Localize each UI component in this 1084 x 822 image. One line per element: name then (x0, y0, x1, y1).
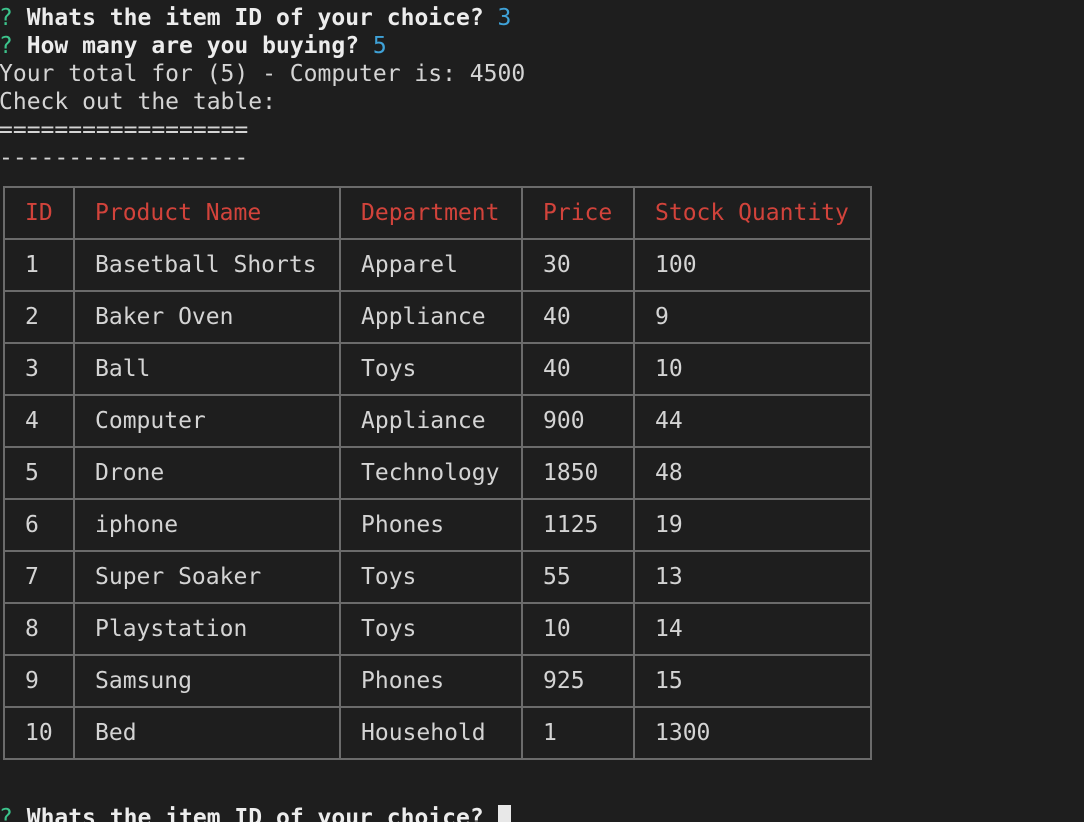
table-row: 5 Drone Technology 1850 48 (3, 446, 872, 500)
cell-id: 7 (3, 550, 75, 604)
header-product-name: Product Name (73, 186, 341, 240)
cell-stock-quantity: 15 (633, 654, 872, 708)
cell-stock-quantity: 1300 (633, 706, 872, 760)
question-text: How many are you buying? (26, 33, 360, 59)
cell-department: Toys (339, 602, 523, 656)
question-text: Whats the item ID of your choice? (26, 5, 484, 31)
products-table: ID Product Name Department Price Stock Q… (3, 186, 872, 760)
cell-department: Appliance (339, 394, 523, 448)
cell-product-name: Super Soaker (73, 550, 341, 604)
cell-product-name: Computer (73, 394, 341, 448)
cell-stock-quantity: 19 (633, 498, 872, 552)
table-row: 8 Playstation Toys 10 14 (3, 602, 872, 656)
cell-stock-quantity: 13 (633, 550, 872, 604)
next-question-prompt[interactable]: ? Whats the item ID of your choice? (0, 804, 511, 822)
cell-id: 1 (3, 238, 75, 292)
cell-product-name: iphone (73, 498, 341, 552)
cell-stock-quantity: 100 (633, 238, 872, 292)
cell-id: 3 (3, 342, 75, 396)
cell-price: 900 (521, 394, 635, 448)
cell-price: 1125 (521, 498, 635, 552)
cell-stock-quantity: 14 (633, 602, 872, 656)
cell-product-name: Basetball Shorts (73, 238, 341, 292)
question-item-id: ? Whats the item ID of your choice? 3 (0, 4, 511, 32)
table-row: 10 Bed Household 1 1300 (3, 706, 872, 760)
cell-price: 40 (521, 290, 635, 344)
cell-department: Apparel (339, 238, 523, 292)
checkout-line: Check out the table: (0, 89, 276, 115)
double-rule: ================== (0, 117, 249, 143)
cell-price: 1850 (521, 446, 635, 500)
cell-department: Toys (339, 550, 523, 604)
cell-department: Appliance (339, 290, 523, 344)
answer-text: 3 (497, 5, 512, 31)
header-stock-quantity: Stock Quantity (633, 186, 872, 240)
cell-id: 6 (3, 498, 75, 552)
cell-department: Phones (339, 654, 523, 708)
prompt-marker: ? (0, 805, 13, 822)
cell-id: 8 (3, 602, 75, 656)
prompt-marker: ? (0, 5, 13, 31)
cell-department: Household (339, 706, 523, 760)
table-row: 1 Basetball Shorts Apparel 30 100 (3, 238, 872, 292)
cell-product-name: Ball (73, 342, 341, 396)
table-header-row: ID Product Name Department Price Stock Q… (3, 186, 872, 240)
cell-price: 30 (521, 238, 635, 292)
cell-id: 10 (3, 706, 75, 760)
table-row: 7 Super Soaker Toys 55 13 (3, 550, 872, 604)
question-quantity: ? How many are you buying? 5 (0, 32, 387, 60)
cell-product-name: Bed (73, 706, 341, 760)
cell-stock-quantity: 48 (633, 446, 872, 500)
cell-id: 9 (3, 654, 75, 708)
total-line: Your total for (5) - Computer is: 4500 (0, 61, 526, 87)
cell-stock-quantity: 9 (633, 290, 872, 344)
cell-price: 40 (521, 342, 635, 396)
cell-id: 5 (3, 446, 75, 500)
prompt-marker: ? (0, 33, 13, 59)
cell-department: Technology (339, 446, 523, 500)
cell-id: 4 (3, 394, 75, 448)
header-price: Price (521, 186, 635, 240)
cell-stock-quantity: 10 (633, 342, 872, 396)
header-id: ID (3, 186, 75, 240)
cell-stock-quantity: 44 (633, 394, 872, 448)
table-row: 3 Ball Toys 40 10 (3, 342, 872, 396)
cell-price: 55 (521, 550, 635, 604)
cell-price: 925 (521, 654, 635, 708)
cell-price: 10 (521, 602, 635, 656)
answer-text: 5 (372, 33, 387, 59)
terminal-cursor[interactable] (497, 805, 511, 822)
single-rule: ------------------ (0, 145, 249, 171)
cell-department: Toys (339, 342, 523, 396)
cell-id: 2 (3, 290, 75, 344)
cell-product-name: Drone (73, 446, 341, 500)
table-row: 2 Baker Oven Appliance 40 9 (3, 290, 872, 344)
table-row: 6 iphone Phones 1125 19 (3, 498, 872, 552)
cell-department: Phones (339, 498, 523, 552)
cell-product-name: Playstation (73, 602, 341, 656)
cell-product-name: Baker Oven (73, 290, 341, 344)
header-department: Department (339, 186, 523, 240)
table-row: 4 Computer Appliance 900 44 (3, 394, 872, 448)
question-text: Whats the item ID of your choice? (26, 805, 484, 822)
table-row: 9 Samsung Phones 925 15 (3, 654, 872, 708)
cell-product-name: Samsung (73, 654, 341, 708)
cell-price: 1 (521, 706, 635, 760)
